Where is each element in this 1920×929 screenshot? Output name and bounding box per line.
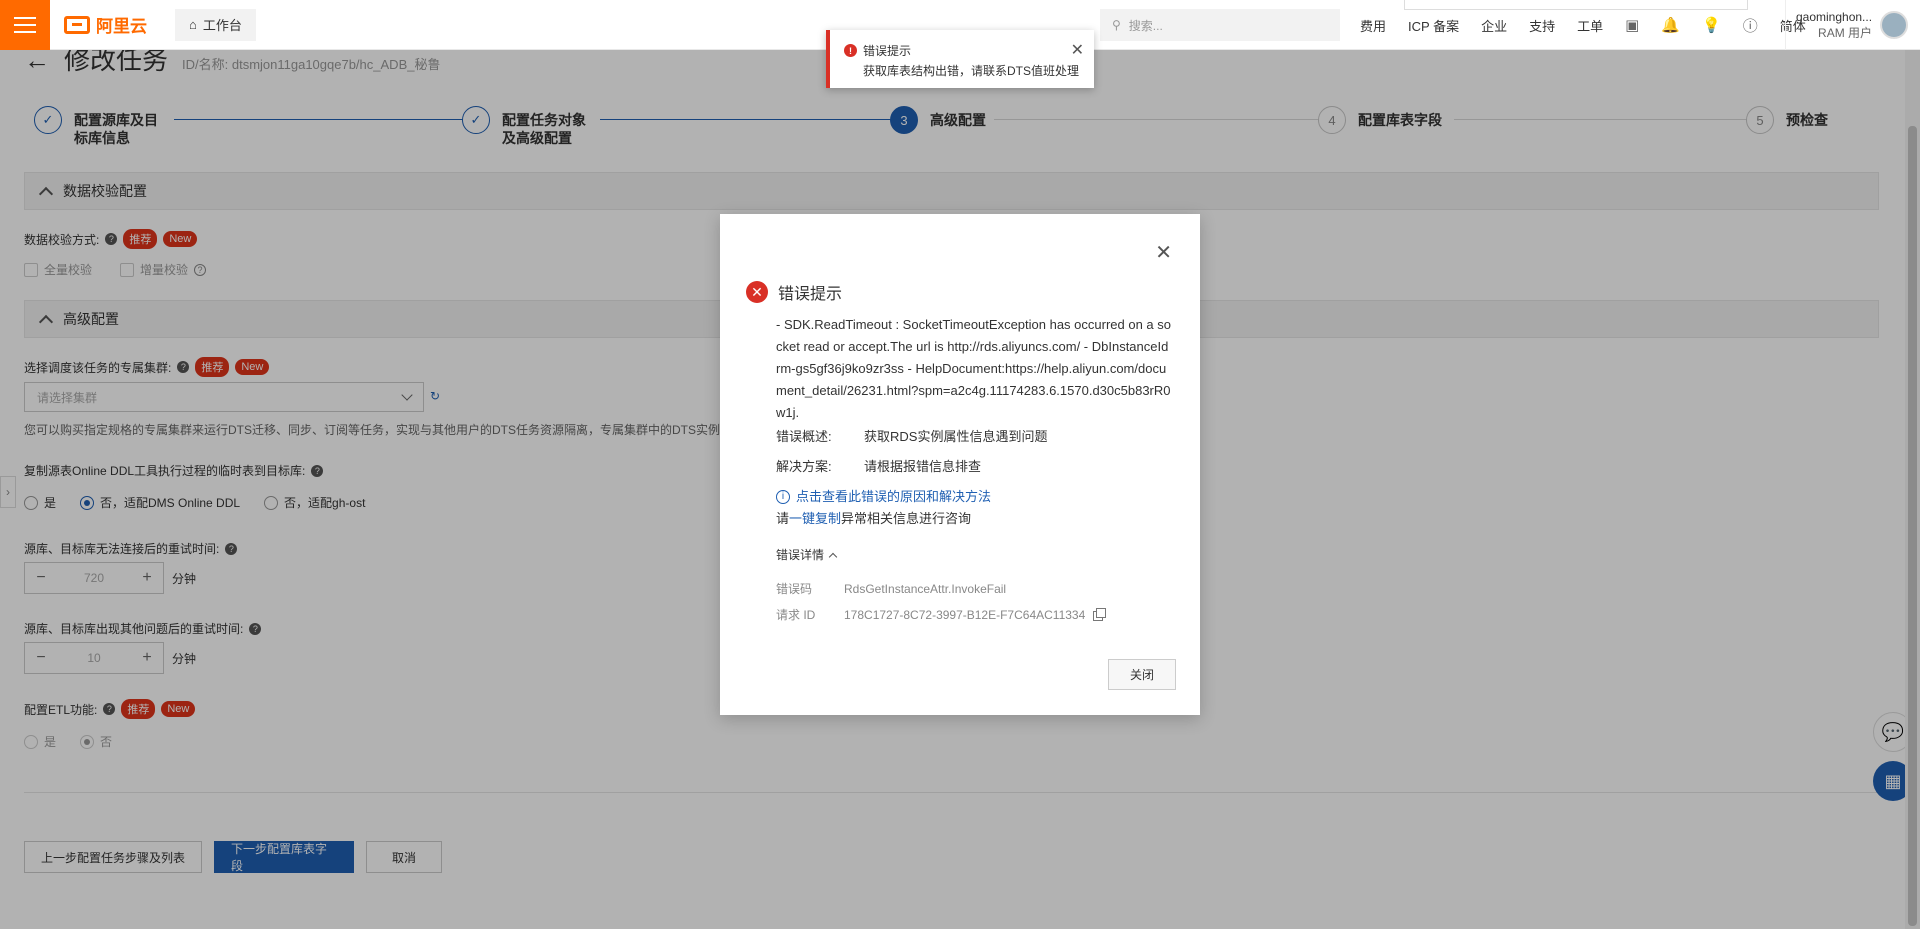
copy-link[interactable]: 一键复制 <box>789 511 841 526</box>
dialog-title: 错误提示 <box>778 286 843 303</box>
aliyun-logo-icon <box>64 15 90 34</box>
nav-link-icp[interactable]: ICP 备案 <box>1408 16 1459 35</box>
error-code: RdsGetInstanceAttr.InvokeFail <box>844 582 1007 596</box>
help-link[interactable]: 点击查看此错误的原因和解决方法 <box>796 486 991 508</box>
error-icon: ! <box>844 44 857 57</box>
dialog-close-button[interactable]: 关闭 <box>1108 659 1176 690</box>
screen-icon[interactable]: ▣ <box>1625 16 1639 34</box>
bell-icon[interactable]: 🔔 <box>1661 16 1680 34</box>
error-toast: ! 错误提示 获取库表结构出错，请联系DTS值班处理 ✕ <box>826 30 1094 88</box>
user-role: RAM 用户 <box>1818 26 1873 40</box>
nav-link-ticket[interactable]: 工单 <box>1577 16 1603 35</box>
error-detail: 错误码 RdsGetInstanceAttr.InvokeFail 请求 ID 17… <box>776 576 1176 628</box>
close-icon[interactable]: ✕ <box>1155 240 1172 265</box>
user-menu[interactable]: gaominghon... RAM 用户 <box>1785 0 1909 50</box>
bulb-icon[interactable]: 💡 <box>1702 16 1721 34</box>
close-icon[interactable]: ✕ <box>1071 40 1084 60</box>
global-search-input[interactable]: ⚲ 搜索... <box>1100 9 1340 41</box>
chevron-up-icon <box>828 552 838 562</box>
error-summary: 获取RDS实例属性信息遇到问题 <box>864 429 1048 444</box>
error-message: - SDK.ReadTimeout : SocketTimeoutExcepti… <box>776 317 1172 420</box>
hamburger-menu-icon[interactable] <box>0 0 50 50</box>
error-detail-toggle[interactable]: 错误详情 <box>776 544 1176 566</box>
home-icon: ⌂ <box>189 17 197 32</box>
help-icon[interactable]: ⓘ <box>1743 15 1758 36</box>
workbench-button[interactable]: ⌂ 工作台 <box>175 8 256 41</box>
request-id: 178C1727-8C72-3997-B12E-F7C64AC11334 <box>844 608 1086 622</box>
error-icon: ✕ <box>746 281 768 303</box>
nav-link-support[interactable]: 支持 <box>1529 16 1555 35</box>
error-solution: 请根据报错信息排查 <box>864 459 982 474</box>
search-icon: ⚲ <box>1112 18 1121 32</box>
copy-icon[interactable] <box>1093 607 1107 621</box>
dropdown-peek <box>1404 0 1748 10</box>
nav-link-enterprise[interactable]: 企业 <box>1481 16 1507 35</box>
user-name: gaominghon... <box>1796 10 1873 24</box>
avatar[interactable] <box>1880 11 1909 39</box>
nav-link-billing[interactable]: 费用 <box>1360 16 1386 35</box>
error-dialog: ✕ ✕ 错误提示 - SDK.ReadTimeout : SocketTimeo… <box>720 214 1200 715</box>
aliyun-logo[interactable]: 阿里云 <box>64 12 147 37</box>
info-icon: i <box>776 490 790 504</box>
